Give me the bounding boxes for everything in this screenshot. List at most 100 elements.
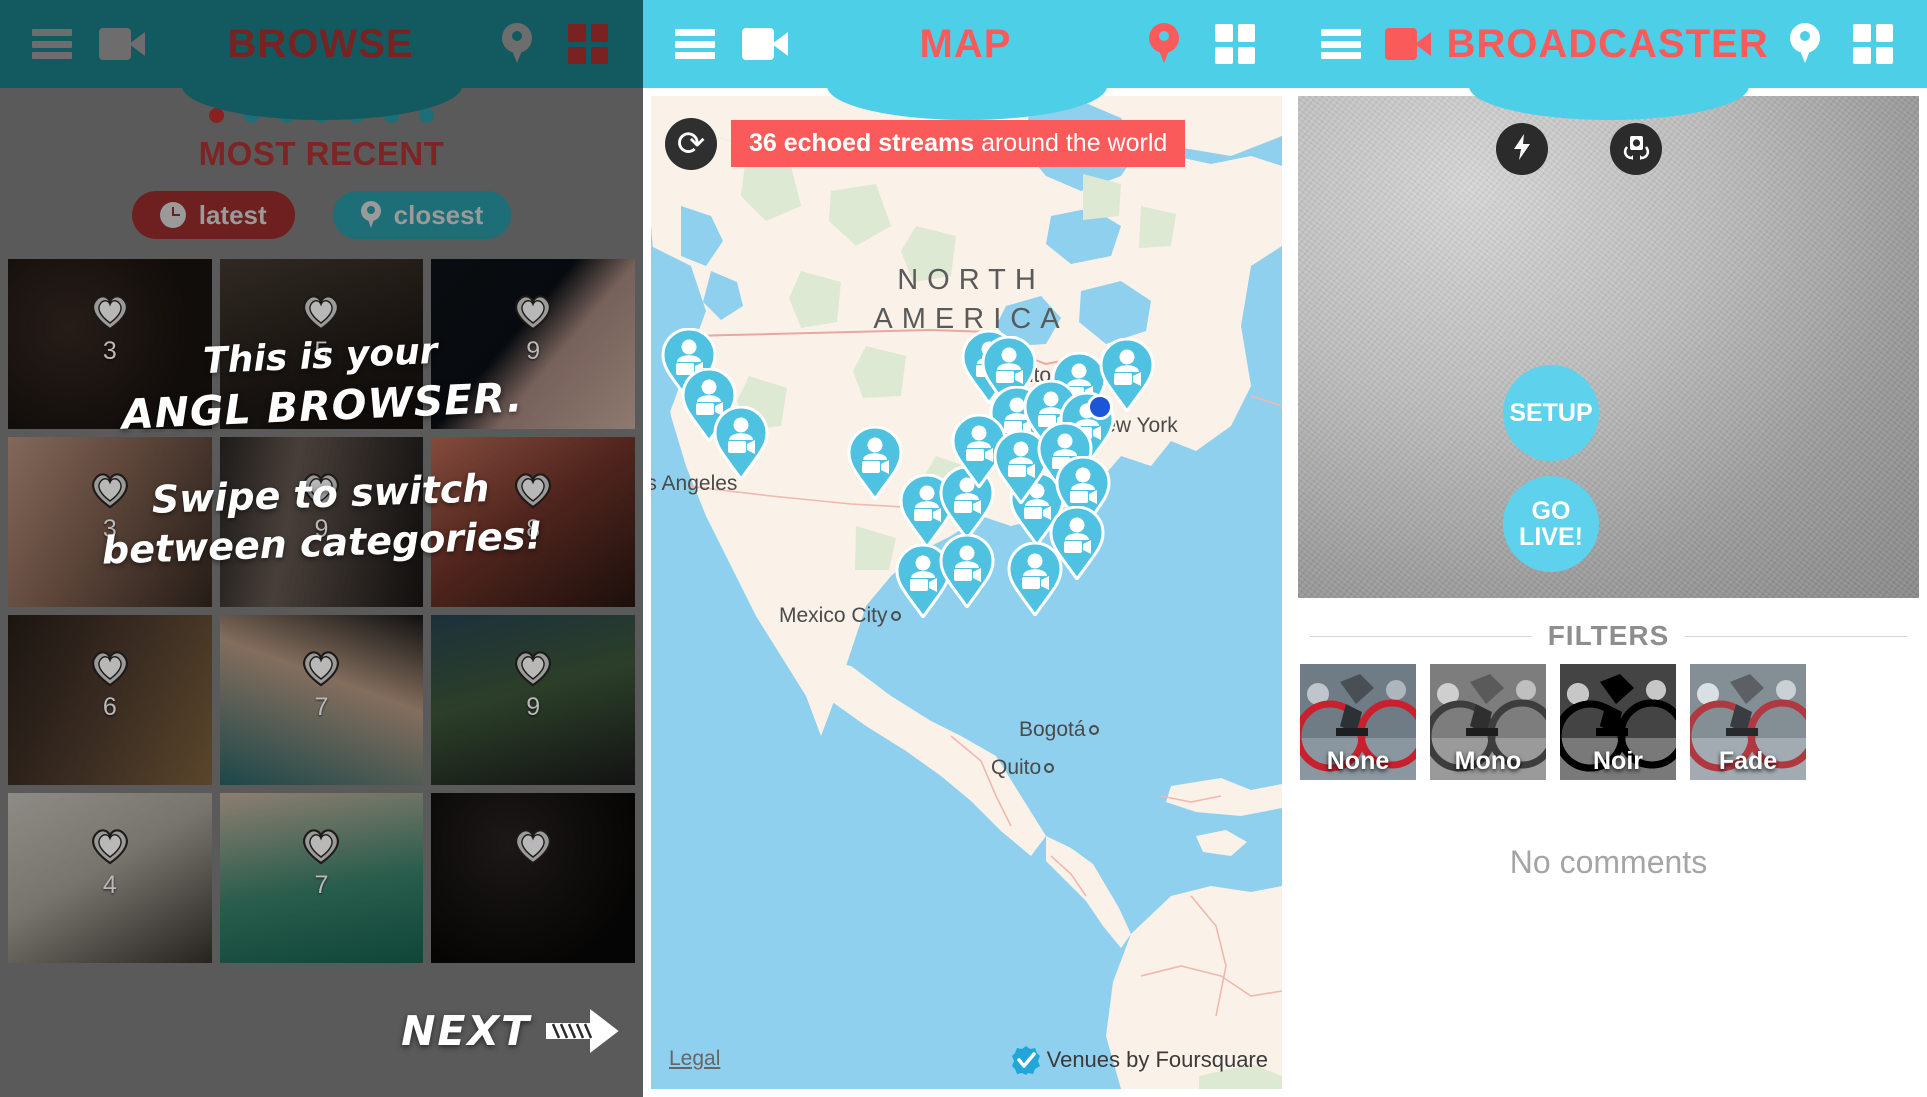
- like-control[interactable]: 3: [89, 471, 131, 544]
- like-control[interactable]: 7: [300, 827, 342, 900]
- legal-link[interactable]: Legal: [669, 1047, 720, 1071]
- flash-toggle-button[interactable]: [1496, 123, 1548, 175]
- heart-icon[interactable]: [300, 649, 342, 687]
- broadcaster-grid-button[interactable]: [1842, 24, 1905, 64]
- filter-option-noir[interactable]: Noir: [1560, 664, 1676, 780]
- heart-icon[interactable]: [300, 471, 342, 509]
- map-grid-button[interactable]: [1202, 24, 1268, 64]
- stream-pin[interactable]: [847, 426, 903, 500]
- comments-empty-state: No comments: [1509, 844, 1708, 880]
- thumbnail-item[interactable]: 9: [431, 615, 635, 785]
- heart-icon[interactable]: [89, 827, 131, 865]
- filter-option-mono[interactable]: Mono: [1430, 664, 1546, 780]
- like-count: 7: [314, 871, 329, 899]
- thumbnail-item[interactable]: 4: [8, 793, 212, 963]
- heart-icon[interactable]: [512, 827, 554, 865]
- like-control[interactable]: [512, 827, 554, 871]
- thumbnail-item[interactable]: [431, 793, 635, 963]
- map-location-button[interactable]: [1126, 23, 1202, 65]
- pager-dot-1[interactable]: [209, 108, 224, 123]
- stream-pin[interactable]: [1049, 506, 1105, 580]
- map-camera-button[interactable]: [725, 28, 805, 60]
- heart-icon[interactable]: [89, 471, 131, 509]
- map-panel: MAP ⟳ 36 echoed streams around the world…: [643, 0, 1290, 1097]
- continent-label: NORTH AMERICA: [811, 261, 1131, 339]
- heart-icon[interactable]: [512, 649, 554, 687]
- camera-viewfinder[interactable]: SETUP GO LIVE!: [1298, 96, 1919, 598]
- filter-option-fade[interactable]: Fade: [1690, 664, 1806, 780]
- thumbnail-item[interactable]: 3: [8, 437, 212, 607]
- city-dot: [1088, 725, 1099, 736]
- heart-icon[interactable]: [512, 293, 554, 331]
- browse-location-button[interactable]: [479, 23, 555, 65]
- thumbnail-item[interactable]: 7: [219, 793, 424, 963]
- thumbnail-item[interactable]: 8: [431, 437, 635, 607]
- like-control[interactable]: 4: [89, 827, 131, 900]
- current-location-dot: [1087, 394, 1113, 420]
- like-control[interactable]: 8: [512, 471, 554, 544]
- thumbnail-item[interactable]: 7: [219, 615, 424, 785]
- like-control[interactable]: 9: [512, 293, 554, 366]
- heart-icon[interactable]: [300, 293, 342, 331]
- heart-icon[interactable]: [89, 293, 131, 331]
- filter-latest-button[interactable]: latest: [131, 191, 295, 239]
- heart-icon[interactable]: [512, 471, 554, 509]
- browse-menu-button[interactable]: [22, 29, 82, 59]
- refresh-button[interactable]: ⟳: [665, 118, 717, 170]
- map-pin-icon[interactable]: [1790, 23, 1821, 65]
- heart-icon[interactable]: [89, 649, 131, 687]
- broadcaster-menu-button[interactable]: [1312, 29, 1370, 59]
- filters-section-header: FILTERS: [1290, 606, 1927, 658]
- thumbnail-item[interactable]: 9: [219, 437, 424, 607]
- next-button[interactable]: NEXT: [401, 1007, 619, 1055]
- go-live-button[interactable]: GO LIVE!: [1503, 476, 1599, 572]
- like-control[interactable]: 6: [89, 649, 131, 722]
- app-root: BROWSE MOST RECENT latest closest 3 5 9 …: [0, 0, 1927, 1097]
- hamburger-icon[interactable]: [1320, 29, 1361, 59]
- like-control[interactable]: 9: [512, 649, 554, 722]
- filter-closest-button[interactable]: closest: [332, 191, 512, 239]
- broadcaster-camera-button[interactable]: [1370, 28, 1447, 60]
- like-control[interactable]: 9: [300, 471, 342, 544]
- like-count: 6: [102, 693, 117, 721]
- stream-pin[interactable]: [713, 406, 769, 480]
- stream-count-suffix: around the world: [974, 129, 1168, 157]
- broadcaster-topbar: BROADCASTER: [1290, 0, 1927, 88]
- map-canvas[interactable]: ⟳ 36 echoed streams around the world NOR…: [651, 96, 1282, 1089]
- heart-icon[interactable]: [300, 827, 342, 865]
- browse-filter-row: latest closest: [0, 191, 643, 239]
- thumbnail-item[interactable]: 5: [219, 259, 424, 429]
- video-camera-icon[interactable]: [99, 28, 145, 60]
- like-control[interactable]: 3: [89, 293, 131, 366]
- thumbnail-item[interactable]: 3: [8, 259, 212, 429]
- like-control[interactable]: 5: [300, 293, 342, 366]
- filter-option-none[interactable]: None: [1300, 664, 1416, 780]
- hamburger-icon[interactable]: [675, 29, 715, 59]
- filter-thumbnail-strip[interactable]: None Mono Noir Fade: [1290, 658, 1927, 780]
- broadcaster-location-button[interactable]: [1769, 23, 1842, 65]
- thumbnail-item[interactable]: 6: [8, 615, 212, 785]
- map-pin-icon[interactable]: [502, 23, 532, 65]
- video-camera-icon[interactable]: [742, 28, 788, 60]
- browse-topbar: BROWSE: [0, 0, 643, 88]
- grid-icon[interactable]: [1215, 24, 1255, 64]
- divider-left: [1310, 635, 1532, 637]
- video-camera-icon[interactable]: [1385, 28, 1432, 60]
- grid-icon[interactable]: [568, 24, 608, 64]
- next-label: NEXT: [401, 1007, 531, 1055]
- browse-camera-button[interactable]: [82, 28, 162, 60]
- setup-button[interactable]: SETUP: [1503, 365, 1599, 461]
- flash-icon: [1510, 133, 1534, 166]
- hamburger-icon[interactable]: [32, 29, 72, 59]
- like-control[interactable]: 7: [300, 649, 342, 722]
- browse-grid-button[interactable]: [555, 24, 621, 64]
- map-pin-icon[interactable]: [1149, 23, 1179, 65]
- go-live-label: GO LIVE!: [1519, 497, 1583, 550]
- pager-dot-7[interactable]: [419, 108, 434, 123]
- city-label-quito: Quito: [991, 756, 1055, 780]
- flip-camera-button[interactable]: [1610, 123, 1662, 175]
- map-menu-button[interactable]: [665, 29, 725, 59]
- stream-pin[interactable]: [939, 534, 995, 608]
- grid-icon[interactable]: [1853, 24, 1894, 64]
- thumbnail-item[interactable]: 9: [431, 259, 635, 429]
